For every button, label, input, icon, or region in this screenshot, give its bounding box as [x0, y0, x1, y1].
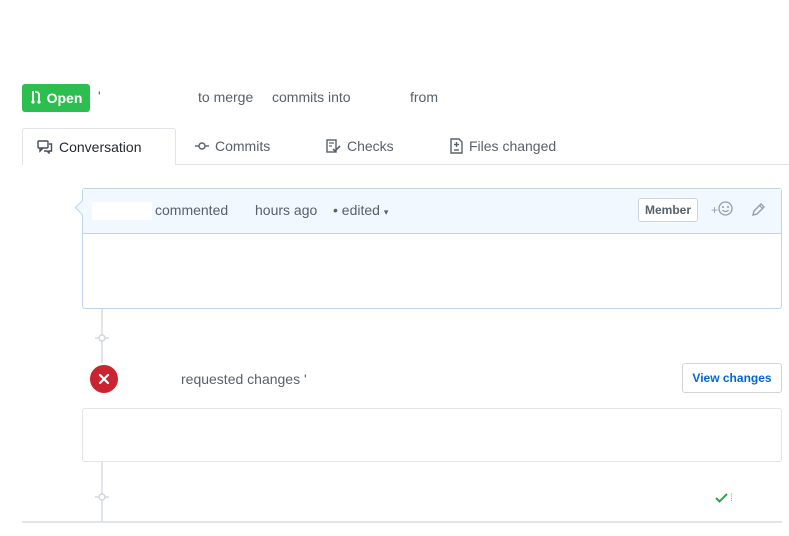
diff-icon	[450, 138, 463, 154]
git-commit-icon	[95, 331, 109, 345]
tab-commits[interactable]: Commits	[195, 128, 270, 164]
tab-commits-label: Commits	[215, 138, 271, 154]
tab-conversation-label: Conversation	[59, 139, 142, 155]
git-commit-icon	[95, 490, 109, 504]
author-tick: '	[98, 88, 101, 104]
comment-author[interactable]	[92, 202, 152, 220]
comment-time[interactable]: hours ago	[255, 202, 317, 218]
merge-prefix-text: to merge	[198, 89, 254, 105]
git-pull-request-icon	[30, 90, 42, 107]
smiley-icon	[718, 201, 733, 219]
comment-discussion-icon	[37, 140, 53, 154]
view-changes-button[interactable]: View changes	[682, 363, 782, 393]
commit-status-check[interactable]: ⁞	[715, 490, 733, 506]
review-tick: '	[303, 371, 307, 387]
request-changes-icon	[88, 363, 120, 395]
tab-conversation[interactable]: Conversation	[22, 128, 176, 165]
tab-files-changed-label: Files changed	[469, 138, 557, 154]
status-tick-icon: ⁞	[730, 492, 733, 504]
timeline-end-divider	[22, 521, 782, 523]
comment-action: commented	[155, 202, 229, 218]
tab-files-changed[interactable]: Files changed	[450, 128, 556, 164]
review-action: requested changes	[181, 371, 301, 387]
tab-checks[interactable]: Checks	[326, 128, 394, 164]
commits-into-text: commits into	[272, 89, 351, 105]
comment-edited[interactable]: • edited ▾	[333, 202, 388, 218]
checklist-icon	[326, 139, 341, 153]
git-commit-icon	[195, 141, 209, 151]
pr-state-badge: Open	[22, 84, 90, 112]
caret-down-icon: ▾	[383, 207, 389, 217]
add-reaction-button[interactable]: +	[711, 201, 733, 219]
member-badge: Member	[638, 198, 699, 222]
tab-checks-label: Checks	[347, 138, 394, 154]
review-body	[82, 408, 782, 462]
review-summary: requested changes '	[181, 371, 307, 387]
check-icon	[715, 490, 728, 506]
comment-box: commented hours ago • edited ▾ Member +	[82, 188, 782, 309]
comment-header: commented hours ago • edited ▾ Member +	[83, 189, 781, 234]
edited-label: • edited	[333, 202, 380, 218]
from-text: from	[410, 89, 438, 105]
pr-state-label: Open	[46, 90, 83, 106]
plus-label: +	[711, 203, 719, 217]
edit-pencil-icon[interactable]	[751, 202, 766, 217]
